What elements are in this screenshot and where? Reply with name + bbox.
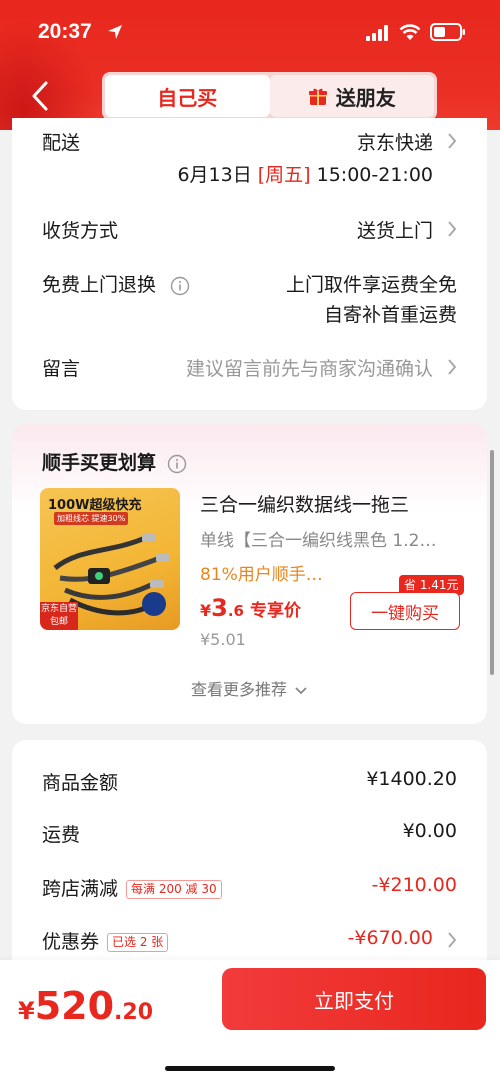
note-row[interactable]: 留言 建议留言前先与商家沟通确认: [42, 354, 457, 380]
total-symbol: ¥: [18, 997, 35, 1025]
wifi-icon: [399, 24, 421, 40]
status-bar: 20:37: [0, 0, 500, 62]
image-seal: [142, 592, 166, 616]
summary-row: 商品金额 ¥1400.20: [42, 768, 457, 794]
see-more-label: 查看更多推荐: [190, 680, 287, 699]
note-placeholder: 建议留言前先与商家沟通确认: [185, 358, 433, 380]
chevron-right-icon: [448, 221, 457, 237]
free-return-row: 免费上门退换 上门取件享运费全免 自寄补首重运费: [42, 270, 457, 330]
back-button[interactable]: [22, 78, 58, 114]
chevron-right-icon: [448, 133, 457, 149]
purchase-mode-tabs: 自己买 送朋友: [102, 72, 437, 120]
chevron-down-icon: [295, 686, 307, 694]
return-value-line2: 自寄补首重运费: [323, 304, 457, 326]
delivery-time-window: 15:00-21:00: [316, 164, 433, 186]
product-buy-percent: 81%用户顺手…: [200, 565, 323, 585]
pay-button-label: 立即支付: [314, 988, 394, 1013]
pay-now-button[interactable]: 立即支付: [222, 968, 486, 1030]
cross-store-discount-value: -¥210.00: [371, 874, 457, 896]
shipping-label: 运费: [42, 824, 81, 846]
recommend-title: 顺手买更划算: [42, 448, 187, 475]
receive-method-row[interactable]: 收货方式 送货上门: [42, 216, 457, 242]
chevron-right-icon: [448, 359, 457, 375]
cross-store-discount-label: 跨店满减 每满 200 减 30: [42, 874, 222, 901]
tab-label: 自己买: [157, 85, 218, 110]
discount-rule-badge: 每满 200 减 30: [126, 880, 222, 899]
return-value-line1: 上门取件享运费全免: [285, 274, 457, 296]
coupon-row[interactable]: 优惠券 已选 2 张 -¥670.00: [42, 927, 457, 953]
info-icon[interactable]: [170, 276, 190, 296]
location-arrow-icon: [108, 25, 122, 39]
order-summary-card: 商品金额 ¥1400.20 运费 ¥0.00 跨店满减 每满 200 减 30 -…: [12, 740, 487, 980]
delivery-time: 6月13日 [周五] 15:00-21:00: [42, 160, 457, 186]
cellular-signal-icon: [366, 25, 388, 41]
delivery-date: 6月13日: [177, 164, 252, 186]
tab-label: 送朋友: [335, 85, 396, 110]
receive-label: 收货方式: [42, 220, 119, 242]
coupon-selected-badge: 已选 2 张: [107, 933, 169, 952]
delivery-card: 配送 京东快递 6月13日 [周五] 15:00-21:00 收货方式 送货上门…: [12, 118, 487, 410]
scrollbar[interactable]: [490, 450, 494, 675]
product-name[interactable]: 三合一编织数据线一拖三: [200, 490, 460, 517]
tab-gift-to-friend[interactable]: 送朋友: [269, 75, 434, 117]
header: 20:37 自己买 送朋友: [0, 0, 500, 130]
image-subtitle: 加粗线芯 提速30%: [54, 512, 129, 525]
product-spec: 单线【三合一编织线黑色 1.2…: [200, 531, 437, 551]
total-price: ¥520.20: [18, 984, 153, 1028]
price-dec: .6: [227, 602, 244, 620]
price-int: 3: [211, 594, 228, 622]
total-dec: .20: [114, 1000, 154, 1025]
coupon-label-text: 优惠券: [42, 931, 100, 953]
home-indicator: [165, 1066, 335, 1071]
coupon-value: -¥670.00: [347, 927, 433, 949]
goods-amount-label: 商品金额: [42, 772, 119, 794]
delivery-row[interactable]: 配送 京东快递: [42, 128, 457, 154]
see-more-recommendations[interactable]: 查看更多推荐: [12, 676, 487, 700]
product-price: ¥3.6 专享价: [200, 594, 301, 622]
summary-row: 运费 ¥0.00: [42, 820, 457, 846]
cross-store-label-text: 跨店满减: [42, 878, 119, 900]
delivery-time-text: 6月13日 [周五] 15:00-21:00: [177, 160, 433, 187]
info-icon[interactable]: [167, 454, 187, 474]
shipping-value: ¥0.00: [402, 820, 457, 842]
receive-value: 送货上门: [356, 220, 433, 242]
product-image[interactable]: 100W超级快充 加粗线芯 提速30% 京东自营 包邮: [40, 488, 180, 630]
delivery-weekday: [周五]: [257, 164, 311, 186]
goods-amount-value: ¥1400.20: [366, 768, 457, 790]
summary-row: 跨店满减 每满 200 减 30 -¥210.00: [42, 874, 457, 900]
tab-buy-for-self[interactable]: 自己买: [105, 75, 270, 117]
total-int: 520: [34, 984, 115, 1028]
checkout-bar: ¥520.20 立即支付: [0, 960, 500, 1083]
note-label: 留言: [42, 358, 81, 380]
recommend-title-text: 顺手买更划算: [42, 452, 157, 474]
return-label: 免费上门退换: [42, 270, 190, 297]
chevron-right-icon: [448, 932, 457, 948]
image-title: 100W超级快充: [48, 498, 142, 513]
delivery-value: 京东快递: [356, 132, 433, 154]
price-symbol: ¥: [200, 601, 212, 620]
chevron-left-icon: [32, 81, 48, 111]
one-click-buy-button[interactable]: 一键购买: [350, 592, 460, 630]
battery-icon: [430, 23, 465, 41]
delivery-label: 配送: [42, 132, 81, 154]
status-time: 20:37: [38, 20, 92, 43]
return-label-text: 免费上门退换: [42, 274, 157, 296]
image-badge: 京东自营 包邮: [40, 602, 78, 630]
price-tag: 专享价: [249, 601, 301, 621]
original-price: ¥5.01: [200, 630, 246, 649]
recommend-card: 顺手买更划算 100W超级快充 加粗线芯 提速30% 京东自营 包邮 三合一编织…: [12, 424, 487, 724]
buy-button-label: 一键购买: [371, 603, 439, 624]
gift-icon: [308, 88, 327, 105]
coupon-label: 优惠券 已选 2 张: [42, 927, 169, 954]
